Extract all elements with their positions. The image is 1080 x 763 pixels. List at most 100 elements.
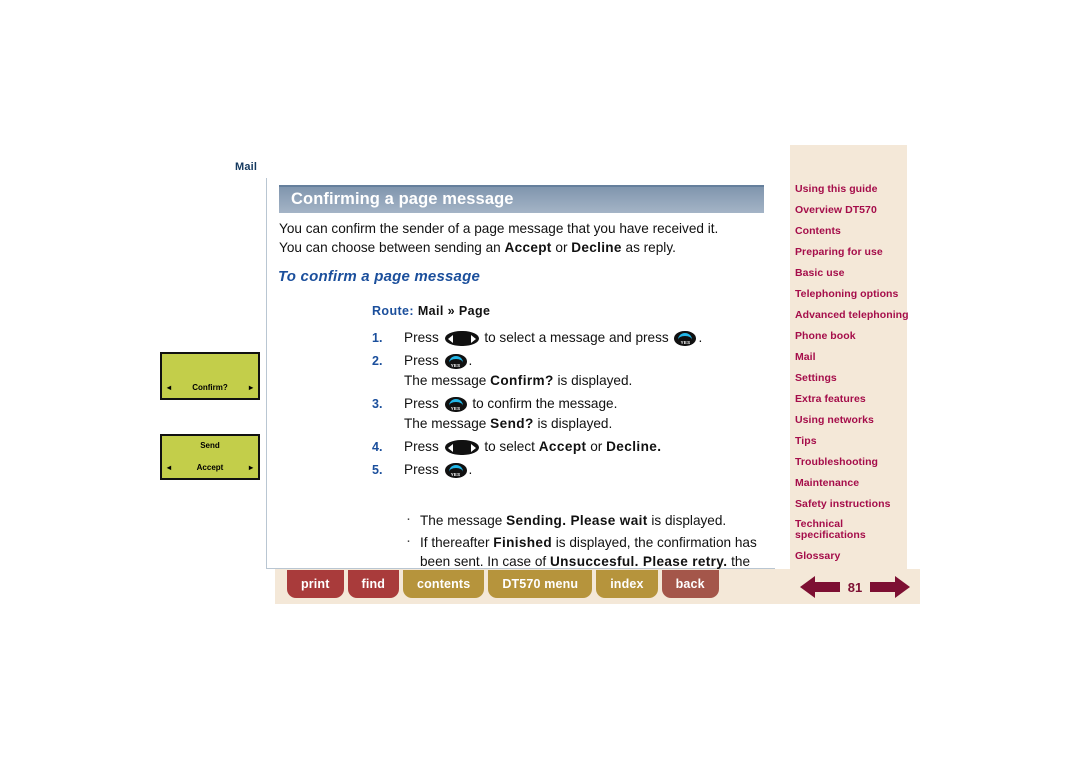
sidebar-item-contents[interactable]: Contents <box>795 225 910 237</box>
step-1-mid: to select a message and press <box>484 330 669 345</box>
intro-line-2-a: You can choose between sending an <box>279 239 505 255</box>
page-navigation: 81 <box>800 572 910 602</box>
sidebar-item-glossary[interactable]: Glossary <box>795 550 910 562</box>
intro-decline: Decline <box>571 239 622 255</box>
note-1-bold: Sending. Please wait <box>506 513 648 528</box>
intro-tail: as reply. <box>621 239 676 255</box>
sidebar-item-using-networks[interactable]: Using networks <box>795 414 910 426</box>
step-3-result-pre: The message <box>404 416 491 431</box>
step-3-mid: to confirm the message. <box>472 396 618 411</box>
content-panel: Confirming a page message You can confir… <box>266 178 775 588</box>
step-2-tail: . <box>468 353 473 368</box>
step-5-tail: . <box>468 462 473 477</box>
step-4-or: or <box>586 439 607 454</box>
sidebar-item-settings[interactable]: Settings <box>795 372 910 384</box>
note-2-pre: If thereafter <box>420 535 494 550</box>
navigation-key-icon <box>444 440 479 455</box>
sidebar-item-troubleshooting[interactable]: Troubleshooting <box>795 456 910 468</box>
sidebar-item-phone-book[interactable]: Phone book <box>795 330 910 342</box>
procedure-steps: 1. Press to select a message and press Y… <box>372 328 772 483</box>
route-label: Route: <box>372 304 414 318</box>
sidebar-item-basic-use[interactable]: Basic use <box>795 267 910 279</box>
document-page: Mail Confirm? ◂ ▸ Send Accept ◂ ▸ Confir… <box>0 0 1080 763</box>
step-number: 4. <box>372 440 383 454</box>
page-title-bar: Confirming a page message <box>279 185 764 213</box>
step-verb: Press <box>404 439 439 454</box>
step-number: 1. <box>372 331 383 345</box>
step-verb: Press <box>404 353 439 368</box>
display-send-text: Send <box>200 441 220 450</box>
index-button[interactable]: index <box>596 570 658 598</box>
print-button[interactable]: print <box>287 570 344 598</box>
navigation-key-icon <box>444 331 479 346</box>
step-4-mid-pre: to select <box>484 439 539 454</box>
note-1-pre: The message <box>420 513 507 528</box>
step-verb: Press <box>404 396 439 411</box>
step-2: 2. Press YES. The message Confirm? is di… <box>372 351 772 391</box>
step-4-accept: Accept <box>538 439 587 454</box>
step-3-result-post: is displayed. <box>533 416 613 431</box>
sidebar-item-maintenance[interactable]: Maintenance <box>795 477 910 489</box>
sidebar-item-telephoning-options[interactable]: Telephoning options <box>795 288 910 300</box>
section-subheading: To confirm a page message <box>278 268 481 285</box>
step-verb: Press <box>404 462 439 477</box>
phone-display-illustrations: Confirm? ◂ ▸ Send Accept ◂ ▸ <box>160 352 262 480</box>
page-number: 81 <box>847 579 863 595</box>
bottom-nav-buttons: print find contents DT570 menu index bac… <box>287 570 719 598</box>
sidebar-item-using-this-guide[interactable]: Using this guide <box>795 183 910 195</box>
right-arrow-icon[interactable] <box>870 574 910 600</box>
page-title: Confirming a page message <box>291 189 514 208</box>
intro-accept: Accept <box>504 239 552 255</box>
intro-or: or <box>551 239 572 255</box>
display-right-arrow-icon: ▸ <box>248 463 253 472</box>
sidebar-item-technical-specifications[interactable]: Technical specifications <box>795 519 866 541</box>
yes-key-icon: YES <box>444 397 467 412</box>
note-2-bold-1: Finished <box>493 535 552 550</box>
sidebar-item-preparing-for-use[interactable]: Preparing for use <box>795 246 910 258</box>
sidebar-item-extra-features[interactable]: Extra features <box>795 393 910 405</box>
sidebar-item-advanced-telephoning[interactable]: Advanced telephoning <box>795 309 910 321</box>
display-accept-text: Accept <box>196 463 224 472</box>
dt570-menu-button[interactable]: DT570 menu <box>488 570 593 598</box>
step-1: 1. Press to select a message and press Y… <box>372 328 772 348</box>
display-confirm-text: Confirm? <box>192 383 228 392</box>
contents-button[interactable]: contents <box>403 570 485 598</box>
find-button[interactable]: find <box>347 570 400 598</box>
back-button[interactable]: back <box>661 570 719 598</box>
step-2-result: The message Confirm? is displayed. <box>404 371 772 391</box>
note-1-post: is displayed. <box>647 513 727 528</box>
display-right-arrow-icon: ▸ <box>248 383 253 392</box>
step-4-decline: Decline. <box>606 439 662 454</box>
display-left-arrow-icon: ◂ <box>167 463 172 472</box>
step-number: 3. <box>372 397 383 411</box>
left-arrow-icon[interactable] <box>800 574 840 600</box>
phone-display-confirm: Confirm? ◂ ▸ <box>160 352 260 400</box>
sidebar-item-mail[interactable]: Mail <box>795 351 910 363</box>
note-2-bold-2: Unsuccesful. Please retry. <box>549 554 728 569</box>
route-line: Route: Mail » Page <box>372 304 490 318</box>
route-value: Mail » Page <box>417 304 491 318</box>
sidebar-nav: Using this guide Overview DT570 Contents… <box>795 183 910 571</box>
breadcrumb: Mail <box>235 161 258 173</box>
yes-key-icon: YES <box>674 331 697 346</box>
yes-key-icon: YES <box>444 463 467 478</box>
display-left-arrow-icon: ◂ <box>167 383 172 392</box>
step-4: 4. Press to select Accept or Decline. <box>372 437 772 457</box>
step-verb: Press <box>404 330 439 345</box>
step-2-result-bold: Confirm? <box>490 373 554 388</box>
step-number: 5. <box>372 463 383 477</box>
sidebar-item-safety-instructions[interactable]: Safety instructions <box>795 498 910 510</box>
sidebar-item-overview-dt570[interactable]: Overview DT570 <box>795 204 910 216</box>
step-3-result-bold: Send? <box>490 416 534 431</box>
note-item: The message Sending. Please wait is disp… <box>404 509 764 530</box>
step-3: 3. Press YES to confirm the message. The… <box>372 394 772 434</box>
step-5: 5. Press YES. <box>372 460 772 480</box>
yes-key-icon: YES <box>444 354 467 369</box>
step-3-result: The message Send? is displayed. <box>404 414 772 434</box>
step-2-result-pre: The message <box>404 373 491 388</box>
step-2-result-post: is displayed. <box>553 373 633 388</box>
step-number: 2. <box>372 354 383 368</box>
step-1-tail: . <box>698 330 703 345</box>
intro-paragraph: You can confirm the sender of a page mes… <box>279 220 771 257</box>
sidebar-item-tips[interactable]: Tips <box>795 435 910 447</box>
